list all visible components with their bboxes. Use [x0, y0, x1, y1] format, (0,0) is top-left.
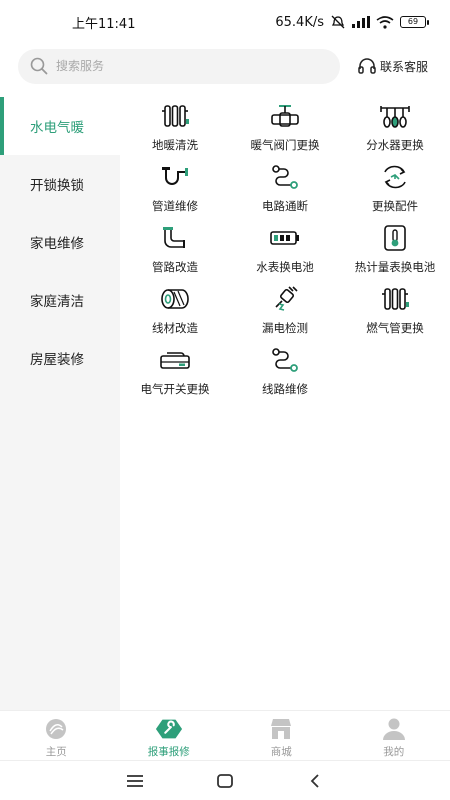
- gas-pipe-icon: [379, 284, 411, 314]
- sidebar-item-label: 开锁换锁: [30, 178, 84, 194]
- valve-icon: [269, 101, 301, 131]
- service-item[interactable]: 管路改造: [120, 219, 230, 280]
- sidebar-item-label: 家电维修: [30, 236, 84, 252]
- contact-service-button[interactable]: 联系客服: [358, 58, 428, 75]
- service-label: 地暖清洗: [152, 138, 198, 152]
- mute-icon: [331, 15, 345, 29]
- tab-profile[interactable]: 我的: [338, 711, 450, 760]
- service-item[interactable]: 分水器更换: [340, 97, 450, 158]
- sidebar-item-home-cleaning[interactable]: 家庭清洁: [0, 271, 120, 329]
- sidebar-item-label: 水电气暖: [30, 120, 84, 136]
- sidebar-item-label: 房屋装修: [30, 352, 84, 368]
- sidebar-item-appliance-repair[interactable]: 家电维修: [0, 213, 120, 271]
- service-label: 管路改造: [152, 260, 198, 274]
- net-speed: 65.4K/s: [275, 14, 324, 30]
- home-square-icon[interactable]: [210, 766, 240, 796]
- back-icon[interactable]: [300, 766, 330, 796]
- status-icons: 65.4K/s 69: [275, 14, 429, 30]
- cable-roll-icon: [159, 284, 191, 314]
- headset-icon: [358, 58, 376, 74]
- tab-repair[interactable]: 报事报修: [113, 711, 226, 760]
- service-item[interactable]: 线材改造: [120, 280, 230, 341]
- service-item[interactable]: 热计量表换电池: [340, 219, 450, 280]
- service-label: 漏电检测: [262, 321, 308, 335]
- service-item[interactable]: 更换配件: [340, 158, 450, 219]
- pipe-elbow-icon: [159, 223, 191, 253]
- sidebar-item-plumbing-electric[interactable]: 水电气暖: [0, 97, 120, 155]
- battery-icon: [269, 223, 301, 253]
- service-item[interactable]: 暖气阀门更换: [230, 97, 340, 158]
- contact-service-label: 联系客服: [380, 59, 429, 74]
- tab-label: 商城: [270, 746, 292, 758]
- menu-icon[interactable]: [120, 766, 150, 796]
- service-item[interactable]: 线路维修: [230, 341, 340, 402]
- service-label: 线路维修: [262, 382, 308, 396]
- sidebar-item-locks[interactable]: 开锁换锁: [0, 155, 120, 213]
- sidebar-item-label: 家庭清洁: [30, 294, 84, 310]
- tab-label: 主页: [45, 746, 67, 758]
- tab-home[interactable]: 主页: [0, 711, 113, 760]
- search-bar[interactable]: [18, 48, 340, 84]
- service-label: 线材改造: [152, 321, 198, 335]
- wrench-icon: [155, 717, 183, 741]
- service-item[interactable]: 管道维修: [120, 158, 230, 219]
- search-icon: [30, 57, 48, 75]
- swap-icon: [379, 162, 411, 192]
- pipe-trap-icon: [159, 162, 191, 192]
- service-label: 管道维修: [152, 199, 198, 213]
- shop-icon: [267, 717, 295, 741]
- service-item[interactable]: 电气开关更换: [120, 341, 230, 402]
- tab-label: 报事报修: [147, 746, 190, 758]
- bottom-tab-bar: 主页 报事报修 商城 我的: [0, 710, 450, 760]
- circuit-icon: [269, 162, 301, 192]
- service-label: 电路通断: [262, 199, 308, 213]
- tab-label: 我的: [383, 746, 405, 758]
- switch-box-icon: [159, 345, 191, 375]
- thermometer-icon: [379, 223, 411, 253]
- service-item[interactable]: 水表换电池: [230, 219, 340, 280]
- status-time: 上午11:41: [72, 16, 136, 32]
- status-bar: 上午11:41 65.4K/s 69: [0, 0, 450, 44]
- system-nav-bar: [0, 760, 450, 800]
- battery-icon: 69: [400, 16, 429, 28]
- wifi-icon: [376, 15, 394, 29]
- search-input[interactable]: [56, 59, 296, 73]
- service-label: 电气开关更换: [140, 382, 210, 396]
- user-icon: [380, 717, 408, 741]
- electric-plug-icon: [269, 284, 301, 314]
- service-item[interactable]: 燃气管更换: [340, 280, 450, 341]
- service-item[interactable]: 地暖清洗: [120, 97, 230, 158]
- service-label: 热计量表换电池: [354, 260, 436, 274]
- signal-icon: [352, 16, 370, 28]
- wire-icon: [269, 345, 301, 375]
- service-label: 水表换电池: [256, 260, 314, 274]
- service-label: 燃气管更换: [366, 321, 424, 335]
- manifold-icon: [379, 101, 411, 131]
- tab-shop[interactable]: 商城: [225, 711, 338, 760]
- home-icon: [42, 717, 70, 741]
- service-label: 分水器更换: [366, 138, 424, 152]
- sidebar-item-renovation[interactable]: 房屋装修: [0, 329, 120, 387]
- service-item[interactable]: 电路通断: [230, 158, 340, 219]
- service-label: 暖气阀门更换: [250, 138, 320, 152]
- service-item[interactable]: 漏电检测: [230, 280, 340, 341]
- service-grid: 地暖清洗 暖气阀门更换 分水器更换 管道维修 电路通断 更换配件 管路改造 水表…: [120, 97, 450, 402]
- category-sidebar: 水电气暖 开锁换锁 家电维修 家庭清洁 房屋装修: [0, 97, 120, 710]
- radiator-icon: [159, 101, 191, 131]
- service-label: 更换配件: [372, 199, 418, 213]
- search-header: 联系客服: [0, 46, 450, 86]
